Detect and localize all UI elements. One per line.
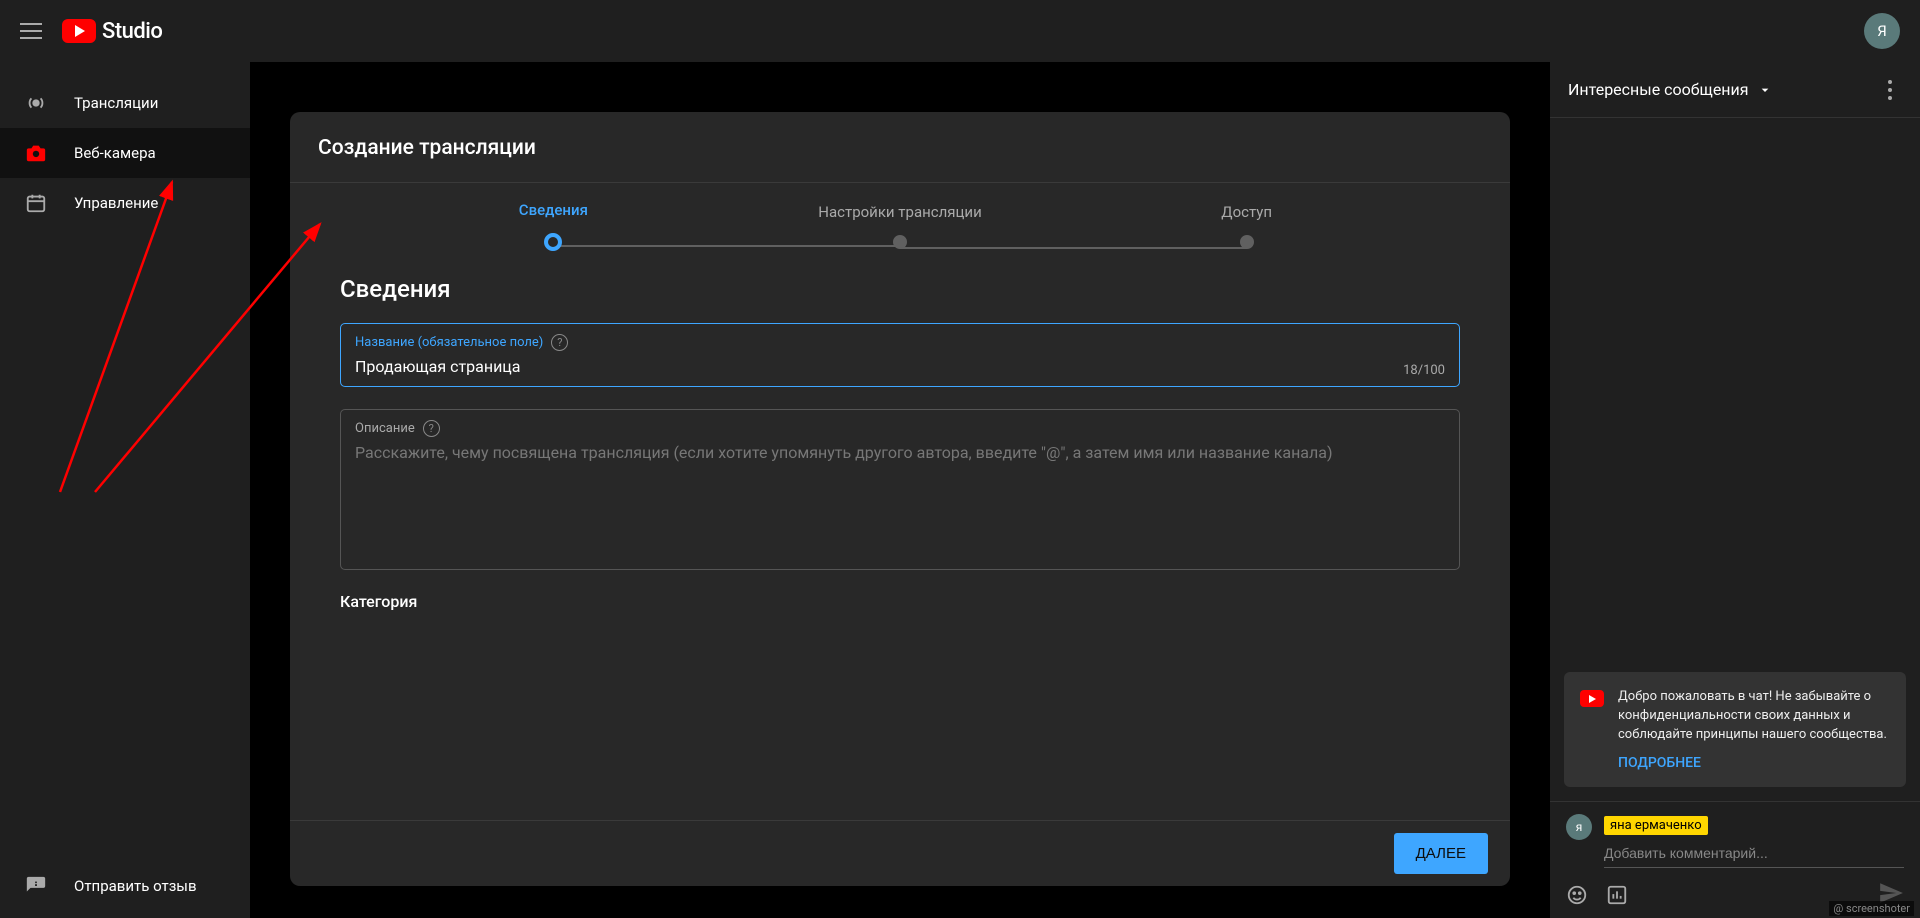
chat-header: Интересные сообщения <box>1550 62 1920 118</box>
chevron-down-icon <box>1757 82 1773 98</box>
description-field[interactable]: Описание ? <box>340 409 1460 570</box>
help-icon[interactable]: ? <box>551 334 568 351</box>
broadcast-icon <box>24 91 48 115</box>
next-button[interactable]: ДАЛЕЕ <box>1394 833 1488 874</box>
create-stream-modal: Создание трансляции Сведения Настройки т… <box>290 112 1510 886</box>
step-label: Настройки трансляции <box>727 203 1074 221</box>
chat-username-badge: яна ермаченко <box>1604 816 1708 835</box>
title-field[interactable]: Название (обязательное поле) ? 18/100 <box>340 323 1460 387</box>
step-dot-icon <box>544 233 562 251</box>
chat-welcome-text: Добро пожаловать в чат! Не забывайте о к… <box>1618 688 1890 745</box>
step-stream-settings[interactable]: Настройки трансляции <box>727 203 1074 249</box>
header-left: Studio <box>20 19 162 44</box>
step-label: Сведения <box>380 201 727 219</box>
modal-body[interactable]: Сведения Название (обязательное поле) ? … <box>290 259 1510 820</box>
chat-user-row: я яна ермаченко <box>1566 814 1904 868</box>
calendar-icon <box>24 191 48 215</box>
modal-footer: ДАЛЕЕ <box>290 820 1510 886</box>
step-access[interactable]: Доступ <box>1073 203 1420 249</box>
emoji-icon[interactable] <box>1566 884 1588 906</box>
user-avatar[interactable]: Я <box>1864 13 1900 49</box>
sidebar-item-manage[interactable]: Управление <box>0 178 250 228</box>
description-textarea[interactable] <box>355 437 1445 557</box>
sidebar-items: Трансляции Веб-камера Управление <box>0 62 250 874</box>
step-details[interactable]: Сведения <box>380 201 727 251</box>
chat-messages[interactable]: Добро пожаловать в чат! Не забывайте о к… <box>1550 118 1920 801</box>
step-dot-icon <box>893 235 907 249</box>
category-label: Категория <box>340 592 1460 611</box>
step-dot-icon <box>1240 235 1254 249</box>
title-char-counter: 18/100 <box>1403 363 1445 378</box>
sidebar-item-label: Управление <box>74 194 158 212</box>
chat-header-dropdown[interactable]: Интересные сообщения <box>1568 80 1773 99</box>
poll-icon[interactable] <box>1606 884 1628 906</box>
chat-welcome-link[interactable]: ПОДРОБНЕЕ <box>1618 755 1890 771</box>
app-header: Studio Я <box>0 0 1920 62</box>
description-field-label: Описание ? <box>355 420 1445 437</box>
step-label: Доступ <box>1073 203 1420 221</box>
sidebar-item-webcam[interactable]: Веб-камера <box>0 128 250 178</box>
section-title: Сведения <box>340 275 1460 303</box>
chat-panel: Интересные сообщения Добро пожаловать в … <box>1550 62 1920 918</box>
sidebar: Трансляции Веб-камера Управление Отправи… <box>0 62 250 918</box>
feedback-label: Отправить отзыв <box>74 877 197 895</box>
sidebar-item-broadcasts[interactable]: Трансляции <box>0 78 250 128</box>
feedback-icon <box>24 874 48 898</box>
chat-header-title: Интересные сообщения <box>1568 80 1749 99</box>
main-area: Создание трансляции Сведения Настройки т… <box>250 62 1550 918</box>
chat-welcome-card: Добро пожаловать в чат! Не забывайте о к… <box>1564 672 1906 787</box>
youtube-icon <box>1580 690 1604 707</box>
studio-logo[interactable]: Studio <box>62 19 162 44</box>
sidebar-item-label: Трансляции <box>74 94 158 112</box>
logo-text: Studio <box>102 19 162 44</box>
chat-overflow-menu[interactable] <box>1878 78 1902 102</box>
chat-input[interactable] <box>1604 841 1904 868</box>
sidebar-item-label: Веб-камера <box>74 144 156 162</box>
camera-icon <box>24 141 48 165</box>
modal-title: Создание трансляции <box>290 112 1510 183</box>
title-input[interactable] <box>355 351 1445 378</box>
sidebar-feedback[interactable]: Отправить отзыв <box>0 874 250 918</box>
title-field-label: Название (обязательное поле) ? <box>355 334 1445 351</box>
youtube-play-icon <box>62 19 96 43</box>
stepper: Сведения Настройки трансляции Доступ <box>290 183 1510 259</box>
help-icon[interactable]: ? <box>423 420 440 437</box>
chat-user-avatar[interactable]: я <box>1566 814 1592 840</box>
hamburger-menu-icon[interactable] <box>20 19 44 43</box>
screenshot-watermark: @ screenshoter <box>1829 901 1914 916</box>
